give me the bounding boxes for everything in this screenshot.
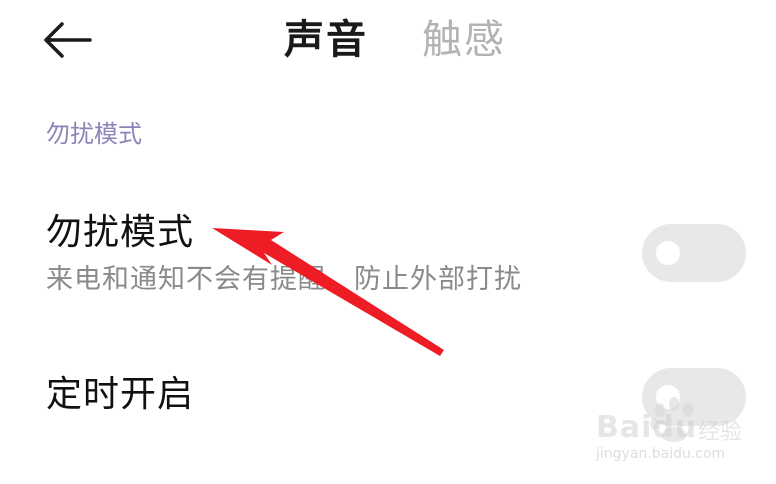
watermark-brand: Baidu xyxy=(596,410,698,445)
section-header: 勿扰模式 xyxy=(46,120,142,148)
do-not-disturb-toggle[interactable] xyxy=(642,224,746,282)
tab-haptics[interactable]: 触感 xyxy=(422,14,506,66)
baidu-watermark: Baidu 经验 jingyan.baidu.com xyxy=(590,396,760,466)
setting-row-do-not-disturb[interactable]: 勿扰模式 来电和通知不会有提醒，防止外部打扰 xyxy=(0,200,776,310)
arrow-left-icon xyxy=(44,22,92,58)
setting-title: 勿扰模式 xyxy=(46,212,195,253)
watermark-brand-cn: 经验 xyxy=(698,420,743,445)
watermark-url: jingyan.baidu.com xyxy=(596,446,726,462)
tab-sound[interactable]: 声音 xyxy=(284,14,368,66)
setting-description: 来电和通知不会有提醒，防止外部打扰 xyxy=(46,264,522,295)
setting-title: 定时开启 xyxy=(46,374,195,415)
back-button[interactable] xyxy=(40,18,96,62)
toggle-knob xyxy=(656,241,680,265)
